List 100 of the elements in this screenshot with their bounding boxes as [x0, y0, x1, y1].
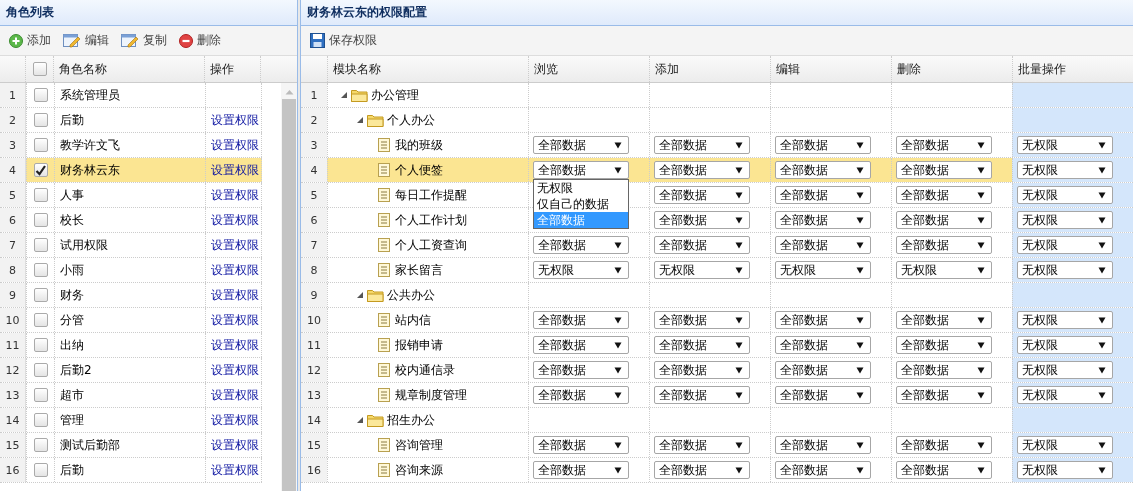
set-permission-link[interactable]: 设置权限 [211, 411, 259, 429]
row-checkbox[interactable] [33, 263, 48, 277]
set-permission-link[interactable]: 设置权限 [211, 136, 259, 154]
row-checkbox[interactable] [33, 463, 48, 477]
permission-dropdown[interactable]: 全部数据 [654, 211, 750, 229]
table-row[interactable]: 7 试用权限 设置权限 [0, 233, 262, 258]
table-row[interactable]: 11 报销申请 全部数据 全部数据 全部数据 全部数据 无权限 [301, 333, 1133, 358]
permission-dropdown[interactable]: 全部数据 [896, 336, 992, 354]
permission-dropdown[interactable]: 全部数据 [654, 361, 750, 379]
table-row[interactable]: 9 财务 设置权限 [0, 283, 262, 308]
edit-button[interactable]: 编辑 [60, 29, 112, 52]
row-checkbox[interactable] [33, 438, 48, 452]
table-row[interactable]: 10 分管 设置权限 [0, 308, 262, 333]
row-checkbox[interactable] [33, 313, 48, 327]
table-row[interactable]: 8 家长留言 无权限 无权限 无权限 无权限 无权限 [301, 258, 1133, 283]
table-row[interactable]: 2 个人办公 [301, 108, 1133, 133]
permission-dropdown[interactable]: 全部数据 [896, 386, 992, 404]
row-checkbox[interactable] [33, 338, 48, 352]
permission-dropdown[interactable]: 全部数据 [775, 336, 871, 354]
table-row[interactable]: 6 校长 设置权限 [0, 208, 262, 233]
dropdown-option[interactable]: 无权限 [534, 180, 628, 196]
permission-dropdown[interactable]: 全部数据 [775, 436, 871, 454]
row-checkbox[interactable] [33, 188, 48, 202]
set-permission-link[interactable]: 设置权限 [211, 436, 259, 454]
set-permission-link[interactable]: 设置权限 [211, 311, 259, 329]
permission-dropdown[interactable]: 全部数据 [896, 361, 992, 379]
set-permission-link[interactable]: 设置权限 [211, 236, 259, 254]
permission-dropdown[interactable]: 全部数据 [775, 311, 871, 329]
table-row[interactable]: 12 校内通信录 全部数据 全部数据 全部数据 全部数据 无权限 [301, 358, 1133, 383]
table-row[interactable]: 9 公共办公 [301, 283, 1133, 308]
permission-dropdown[interactable]: 全部数据 [775, 186, 871, 204]
permission-dropdown[interactable]: 无权限 [1017, 361, 1113, 379]
permission-dropdown[interactable]: 全部数据 [533, 336, 629, 354]
permission-dropdown[interactable]: 全部数据 [533, 311, 629, 329]
permission-dropdown[interactable]: 无权限 [775, 261, 871, 279]
table-row[interactable]: 12 后勤2 设置权限 [0, 358, 262, 383]
column-header[interactable]: 添加 [649, 56, 770, 82]
permission-dropdown[interactable]: 无权限 [1017, 186, 1113, 204]
permission-dropdown[interactable]: 无权限 [654, 261, 750, 279]
permission-dropdown[interactable]: 全部数据 [775, 161, 871, 179]
expand-triangle-icon[interactable] [356, 291, 364, 299]
row-checkbox[interactable] [33, 138, 48, 152]
table-row[interactable]: 14 管理 设置权限 [0, 408, 262, 433]
column-header[interactable]: 编辑 [770, 56, 891, 82]
column-header[interactable]: 模块名称 [327, 56, 528, 82]
expand-triangle-icon[interactable] [356, 116, 364, 124]
permission-dropdown[interactable]: 全部数据 [896, 236, 992, 254]
permission-dropdown[interactable]: 全部数据 [654, 436, 750, 454]
table-row[interactable]: 10 站内信 全部数据 全部数据 全部数据 全部数据 无权限 [301, 308, 1133, 333]
set-permission-link[interactable]: 设置权限 [211, 461, 259, 479]
permission-dropdown[interactable]: 全部数据 [654, 386, 750, 404]
permission-dropdown[interactable]: 无权限 [896, 261, 992, 279]
permission-dropdown[interactable]: 全部数据 [896, 161, 992, 179]
permission-dropdown[interactable]: 全部数据 [775, 461, 871, 479]
table-row[interactable]: 13 规章制度管理 全部数据 全部数据 全部数据 全部数据 无权限 [301, 383, 1133, 408]
row-checkbox[interactable] [33, 388, 48, 402]
table-row[interactable]: 16 后勤 设置权限 [0, 458, 262, 483]
table-row[interactable]: 2 后勤 设置权限 [0, 108, 262, 133]
row-checkbox[interactable] [33, 238, 48, 252]
permission-dropdown[interactable]: 全部数据 [896, 211, 992, 229]
permission-dropdown[interactable]: 全部数据 [533, 436, 629, 454]
permission-dropdown[interactable]: 全部数据 [775, 361, 871, 379]
permission-dropdown[interactable]: 全部数据 [533, 161, 629, 179]
permission-dropdown[interactable]: 全部数据 [533, 361, 629, 379]
column-header[interactable]: 操作 [204, 56, 261, 82]
permission-dropdown[interactable]: 全部数据 [896, 136, 992, 154]
scroll-up-icon[interactable] [284, 89, 294, 95]
table-row[interactable]: 7 个人工资查询 全部数据 全部数据 全部数据 全部数据 无权限 [301, 233, 1133, 258]
table-row[interactable]: 8 小雨 设置权限 [0, 258, 262, 283]
permission-dropdown[interactable]: 无权限 [1017, 136, 1113, 154]
set-permission-link[interactable]: 设置权限 [211, 286, 259, 304]
permission-dropdown[interactable]: 全部数据 [654, 236, 750, 254]
table-row[interactable]: 16 咨询来源 全部数据 全部数据 全部数据 全部数据 无权限 [301, 458, 1133, 483]
table-row[interactable]: 15 咨询管理 全部数据 全部数据 全部数据 全部数据 无权限 [301, 433, 1133, 458]
expand-triangle-icon[interactable] [340, 91, 348, 99]
add-button[interactable]: 添加 [6, 29, 54, 52]
row-checkbox[interactable] [33, 413, 48, 427]
permission-dropdown[interactable]: 全部数据 [775, 211, 871, 229]
expand-triangle-icon[interactable] [356, 416, 364, 424]
set-permission-link[interactable]: 设置权限 [211, 261, 259, 279]
table-row[interactable]: 15 测试后勤部 设置权限 [0, 433, 262, 458]
row-checkbox[interactable] [33, 113, 48, 127]
row-checkbox[interactable] [33, 88, 48, 102]
set-permission-link[interactable]: 设置权限 [211, 186, 259, 204]
set-permission-link[interactable]: 设置权限 [211, 386, 259, 404]
permission-dropdown[interactable]: 全部数据 [654, 461, 750, 479]
copy-button[interactable]: 复制 [118, 29, 170, 52]
permission-dropdown[interactable]: 无权限 [1017, 336, 1113, 354]
permission-dropdown[interactable]: 全部数据 [533, 461, 629, 479]
column-header[interactable]: 浏览 [528, 56, 649, 82]
row-checkbox[interactable] [33, 163, 48, 177]
set-permission-link[interactable]: 设置权限 [211, 361, 259, 379]
scrollbar[interactable] [281, 83, 297, 491]
row-checkbox[interactable] [33, 288, 48, 302]
permission-dropdown[interactable]: 全部数据 [654, 311, 750, 329]
scroll-thumb[interactable] [282, 99, 296, 491]
permission-dropdown[interactable]: 全部数据 [654, 136, 750, 154]
permission-dropdown[interactable]: 无权限 [1017, 211, 1113, 229]
column-header[interactable]: 角色名称 [53, 56, 204, 82]
row-checkbox[interactable] [33, 213, 48, 227]
